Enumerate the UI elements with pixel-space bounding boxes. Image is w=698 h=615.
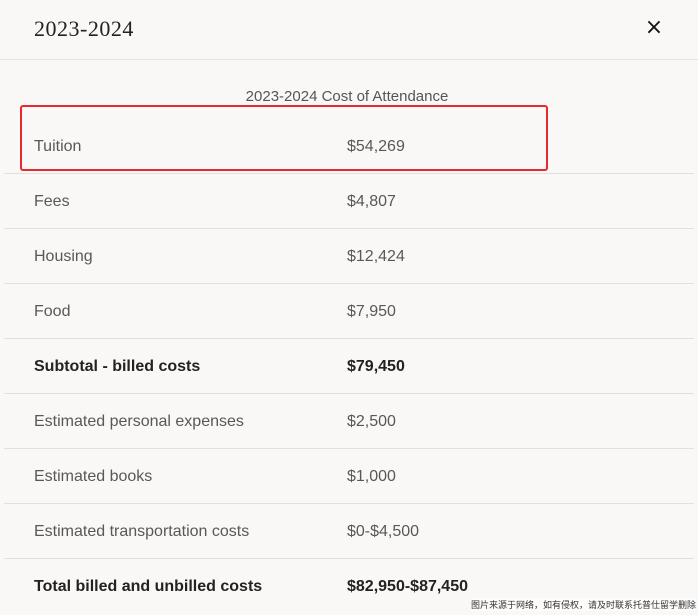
row-label: Subtotal - billed costs xyxy=(34,358,201,375)
table-row: Food $7,950 xyxy=(4,284,694,339)
row-label: Fees xyxy=(34,193,70,210)
subtotal-row: Subtotal - billed costs $79,450 xyxy=(4,339,694,394)
row-value: $7,950 xyxy=(347,303,396,320)
cost-table: Tuition $54,269 Fees $4,807 Housing $12,… xyxy=(4,119,694,614)
row-value: $0-$4,500 xyxy=(347,523,420,540)
row-label: Tuition xyxy=(34,138,82,155)
close-icon: × xyxy=(644,15,664,40)
table-caption: 2023-2024 Cost of Attendance xyxy=(245,88,449,105)
row-value: $82,950-$87,450 xyxy=(347,578,468,595)
row-label: Total billed and unbilled costs xyxy=(34,578,263,595)
row-label: Estimated personal expenses xyxy=(34,413,244,430)
table-row: Estimated personal expenses $2,500 xyxy=(4,394,694,449)
row-label: Food xyxy=(34,303,71,320)
row-label: Housing xyxy=(34,248,93,265)
modal-header: 2023-2024 × xyxy=(0,0,698,60)
table-row: Housing $12,424 xyxy=(4,229,694,284)
row-value: $1,000 xyxy=(347,468,396,485)
row-value: $4,807 xyxy=(347,193,396,210)
cost-of-attendance-modal: 2023-2024 × 2023-2024 Cost of Attendance… xyxy=(0,0,698,615)
watermark-text: 图片来源于网络，如有侵权，请及时联系托普仕留学删除 xyxy=(470,598,696,611)
row-value: $12,424 xyxy=(347,248,405,265)
row-value: $2,500 xyxy=(347,413,396,430)
table-row: Estimated transportation costs $0-$4,500 xyxy=(4,504,694,559)
row-label: Estimated transportation costs xyxy=(34,523,250,540)
table-row: Tuition $54,269 xyxy=(4,119,694,174)
row-value: $79,450 xyxy=(347,358,405,375)
row-label: Estimated books xyxy=(34,468,153,485)
modal-title: 2023-2024 xyxy=(34,16,134,41)
table-row: Fees $4,807 xyxy=(4,174,694,229)
close-button[interactable]: × xyxy=(644,15,664,40)
table-row: Estimated books $1,000 xyxy=(4,449,694,504)
row-value: $54,269 xyxy=(347,138,405,155)
